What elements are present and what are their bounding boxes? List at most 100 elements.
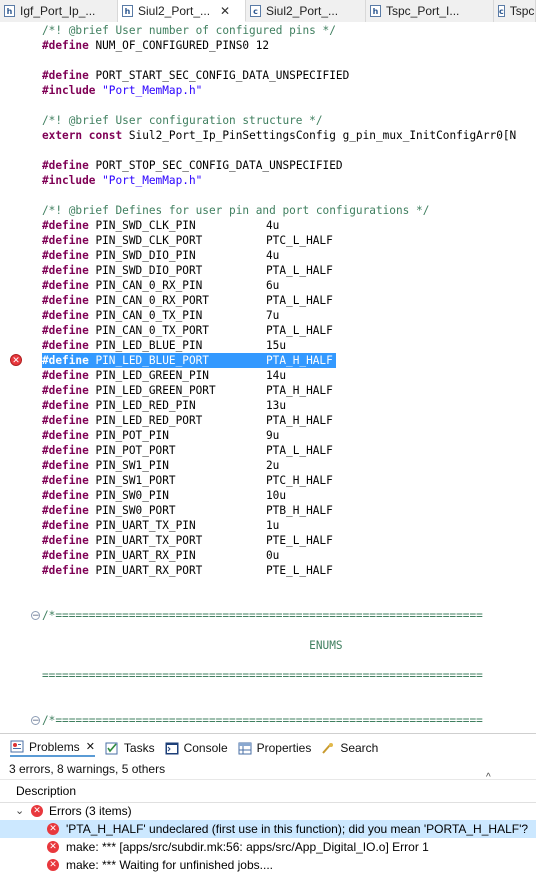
code-line[interactable]: #define PIN_POT_PIN 9u [42, 428, 279, 443]
code-line[interactable]: #define NUM_OF_CONFIGURED_PINS0 12 [42, 38, 269, 53]
code-line[interactable]: #define PIN_POT_PORT PTA_L_HALF [42, 443, 333, 458]
view-tab[interactable]: Tasks [105, 741, 155, 755]
code-line[interactable]: #define PIN_LED_BLUE_PORT PTA_H_HALF [42, 353, 336, 368]
code-keyword: #define [42, 384, 89, 397]
code-line[interactable]: /*! @brief User number of configured pin… [42, 23, 336, 38]
close-icon[interactable]: ✕ [220, 4, 230, 18]
editor-tab[interactable]: c Tspc [494, 0, 536, 22]
code-line[interactable]: #define PIN_UART_RX_PORT PTE_L_HALF [42, 563, 333, 578]
view-tab-label: Tasks [123, 741, 155, 755]
code-comment: /*======================================… [42, 609, 483, 622]
c-file-icon: c [250, 5, 261, 17]
macro-name: PIN_CAN_0_RX_PORT [88, 294, 209, 307]
fold-toggle-icon[interactable]: − [31, 611, 40, 621]
macro-value: 13u [266, 399, 287, 412]
code-keyword: #define [42, 369, 89, 382]
code-line[interactable]: #define PORT_STOP_SEC_CONFIG_DATA_UNSPEC… [42, 158, 343, 173]
editor-tab[interactable]: h Tspc_Port_I... [366, 0, 494, 22]
close-icon[interactable]: ✕ [86, 740, 95, 753]
macro-name: PIN_CAN_0_RX_PIN [88, 279, 203, 292]
code-line[interactable]: ========================================… [42, 668, 483, 683]
editor-tab[interactable]: c Siul2_Port_... [246, 0, 366, 22]
search-icon [321, 742, 335, 755]
view-tab[interactable]: Properties [238, 741, 312, 755]
view-tab-label: Search [340, 741, 379, 755]
code-line[interactable]: ENUMS [42, 638, 343, 653]
view-tab[interactable]: Console [165, 741, 228, 755]
error-marker-icon[interactable]: ✕ [10, 354, 22, 366]
code-line[interactable]: #define PIN_LED_GREEN_PIN 14u [42, 368, 286, 383]
code-line[interactable]: #include "Port_MemMap.h" [42, 173, 202, 188]
code-line[interactable]: #define PIN_SW0_PORT PTB_H_HALF [42, 503, 333, 518]
code-line[interactable]: #define PIN_SWD_CLK_PIN 4u [42, 218, 279, 233]
editor-tab-bar: h Igf_Port_Ip_... h Siul2_Port_... ✕ c Siul2_P… [0, 0, 536, 23]
code-editor[interactable]: ✕ − − /*! @brief User number of configured… [0, 22, 536, 732]
code-line[interactable]: /*======================================… [42, 713, 483, 728]
code-line[interactable]: #define PIN_CAN_0_RX_PIN 6u [42, 278, 279, 293]
view-tab-label: Problems [29, 739, 80, 754]
macro-value: 15u [266, 339, 287, 352]
view-tab[interactable]: Problems ✕ [10, 740, 95, 757]
code-comment: ENUMS [42, 639, 343, 652]
view-tab-bar: Problems ✕ Tasks Console Properties Search [0, 734, 536, 762]
macro-name: PIN_LED_RED_PORT [88, 414, 203, 427]
chevron-down-icon[interactable]: ⌄ [15, 802, 27, 820]
macro-value: 7u [266, 309, 280, 322]
code-line[interactable]: #define PIN_UART_TX_PIN 1u [42, 518, 279, 533]
column-description[interactable]: Description [16, 784, 76, 798]
macro-value: PTC_L_HALF [266, 234, 333, 247]
macro-name: PIN_LED_GREEN_PORT [88, 384, 216, 397]
code-line[interactable]: /*! @brief Defines for user pin and port… [42, 203, 429, 218]
macro-name: PIN_SW1_PORT [88, 474, 176, 487]
code-line[interactable]: #define PORT_START_SEC_CONFIG_DATA_UNSPE… [42, 68, 349, 83]
code-keyword: #define [42, 534, 89, 547]
macro-name: PIN_SWD_DIO_PIN [88, 249, 196, 262]
code-line[interactable]: #define PIN_CAN_0_TX_PIN 7u [42, 308, 279, 323]
code-line[interactable]: #define PIN_CAN_0_RX_PORT PTA_L_HALF [42, 293, 333, 308]
editor-gutter: ✕ − − [0, 22, 40, 732]
code-line[interactable]: #include "Port_MemMap.h" [42, 83, 202, 98]
macro-value: 4u [266, 219, 280, 232]
macro-value: 14u [266, 369, 287, 382]
code-line[interactable]: #define PIN_LED_RED_PIN 13u [42, 398, 286, 413]
problem-row[interactable]: ✕ make: *** [apps/src/subdir.mk:56: apps/… [0, 838, 536, 856]
editor-tab[interactable]: h Siul2_Port_... ✕ [118, 0, 246, 22]
code-line[interactable]: #define PIN_SWD_DIO_PIN 4u [42, 248, 279, 263]
view-tab-label: Properties [256, 741, 312, 755]
code-string: "Port_MemMap.h" [102, 84, 203, 97]
problem-description: make: *** [apps/src/subdir.mk:56: apps/s… [66, 840, 429, 854]
error-icon: ✕ [47, 859, 59, 871]
code-line[interactable]: /*! @brief User configuration structure … [42, 113, 323, 128]
macro-name: NUM_OF_CONFIGURED_PINS0 12 [88, 39, 270, 52]
code-line[interactable]: #define PIN_SWD_DIO_PORT PTA_L_HALF [42, 263, 333, 278]
errors-group-row[interactable]: ⌄ ✕ Errors (3 items) [0, 802, 536, 820]
macro-name: PIN_SWD_CLK_PIN [88, 219, 196, 232]
code-line[interactable]: #define PIN_UART_RX_PIN 0u [42, 548, 279, 563]
code-keyword: #define [42, 249, 89, 262]
code-line[interactable]: #define PIN_LED_BLUE_PIN 15u [42, 338, 286, 353]
code-comment: /*! @brief User configuration structure … [42, 114, 323, 127]
code-line[interactable]: #define PIN_SW1_PIN 2u [42, 458, 279, 473]
code-line[interactable]: #define PIN_CAN_0_TX_PORT PTA_L_HALF [42, 323, 333, 338]
code-line[interactable]: #define PIN_SW0_PIN 10u [42, 488, 286, 503]
code-keyword: #define [42, 519, 89, 532]
code-line[interactable]: /*======================================… [42, 608, 483, 623]
tasks-icon [105, 742, 119, 755]
code-keyword: #define [42, 294, 89, 307]
code-line[interactable]: extern const Siul2_Port_Ip_PinSettingsCo… [42, 128, 516, 143]
code-line[interactable]: #define PIN_SW1_PORT PTC_H_HALF [42, 473, 333, 488]
macro-value: 2u [266, 459, 280, 472]
macro-name: PORT_STOP_SEC_CONFIG_DATA_UNSPECIFIED [88, 159, 343, 172]
macro-name: PIN_SWD_DIO_PORT [88, 264, 203, 277]
code-line[interactable]: #define PIN_LED_RED_PORT PTA_H_HALF [42, 413, 333, 428]
code-line[interactable]: #define PIN_SWD_CLK_PORT PTC_L_HALF [42, 233, 333, 248]
code-keyword: #define [42, 489, 89, 502]
code-line[interactable]: #define PIN_UART_TX_PORT PTE_L_HALF [42, 533, 333, 548]
fold-toggle-icon[interactable]: − [31, 716, 40, 726]
macro-name: PIN_SW0_PORT [88, 504, 176, 517]
editor-tab[interactable]: h Igf_Port_Ip_... [0, 0, 118, 22]
problem-row[interactable]: ✕ make: *** Waiting for unfinished jobs..… [0, 856, 536, 874]
problem-row[interactable]: ✕ 'PTA_H_HALF' undeclared (first use in t… [0, 820, 536, 838]
view-tab[interactable]: Search [321, 741, 378, 755]
code-line[interactable]: #define PIN_LED_GREEN_PORT PTA_H_HALF [42, 383, 333, 398]
